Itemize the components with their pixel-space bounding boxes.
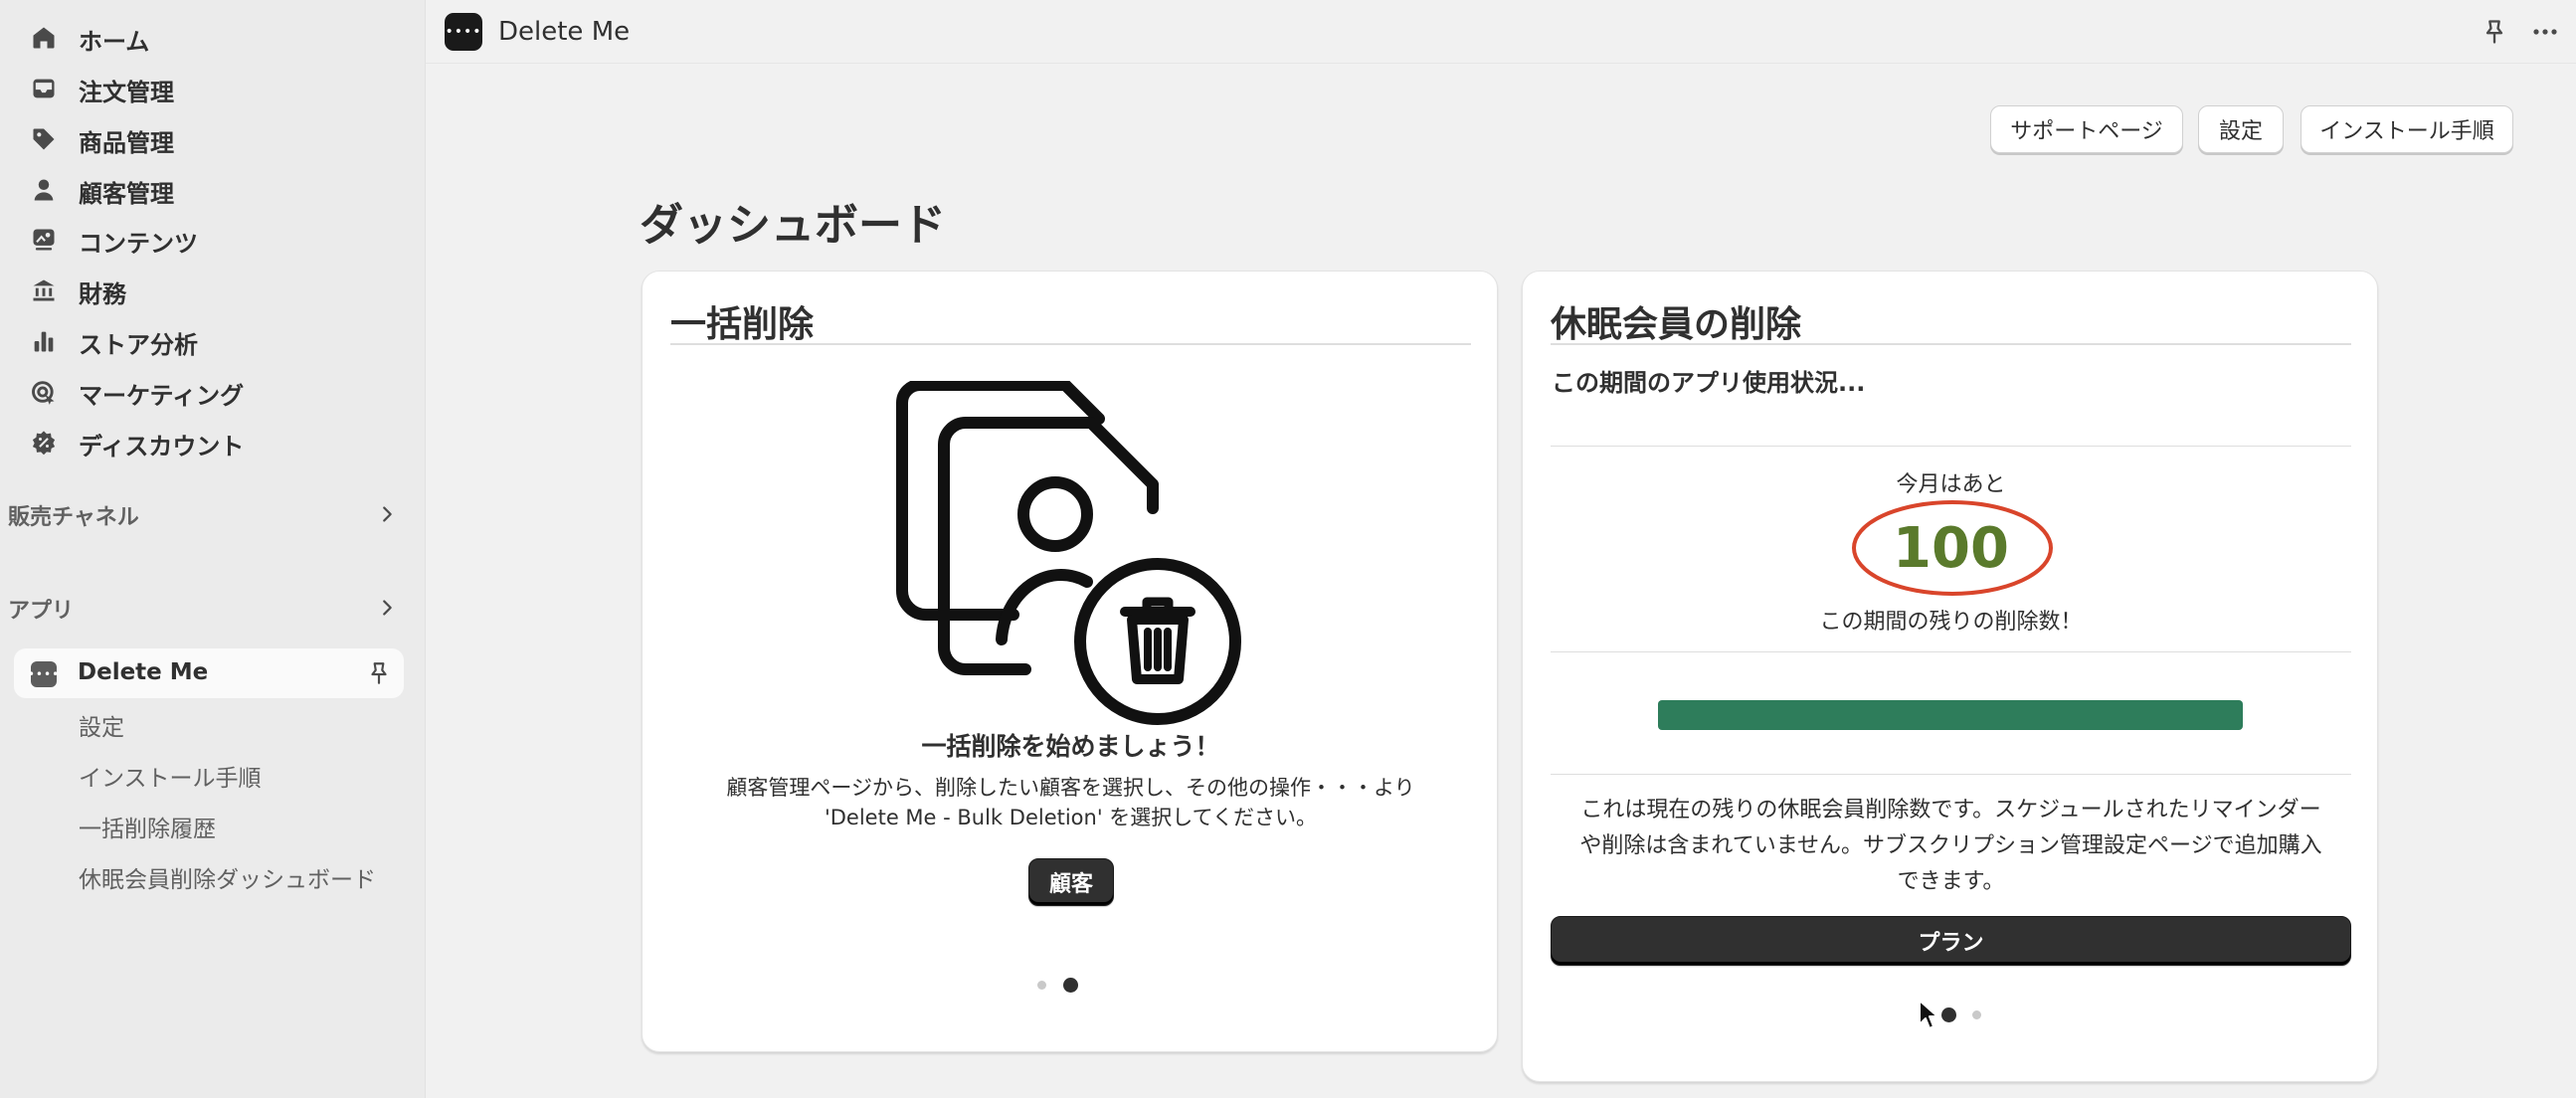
app-dots-icon: ••••: [28, 661, 59, 687]
sidebar-item-discounts[interactable]: ディスカウント: [0, 417, 408, 466]
remaining-label: 今月はあと: [1896, 472, 2006, 497]
divider: [1551, 651, 2351, 652]
customers-button[interactable]: 顧客: [1028, 858, 1114, 906]
target-icon: [30, 378, 58, 406]
divider: [1551, 446, 2351, 447]
page-title: ダッシュボード: [640, 200, 946, 251]
person-icon: [30, 176, 58, 204]
sidebar-item-finance[interactable]: 財務: [0, 265, 408, 314]
dormant-delete-title: 休眠会員の削除: [1551, 304, 1802, 345]
bulk-delete-desc-line1: 顧客管理ページから、削除したい顧客を選択し、その他の操作・・・より: [726, 776, 1415, 800]
pin-icon[interactable]: [2481, 18, 2508, 46]
image-icon: [30, 226, 58, 254]
bulk-delete-title: 一括削除: [670, 304, 815, 345]
bulk-delete-card: 一括削除 一括削除を始めましょう！ 顧客管理ページから、削除したい顧客を選択し、…: [642, 271, 1498, 1052]
app-dots-icon: ••••: [445, 13, 482, 51]
bank-icon: [30, 276, 58, 304]
sidebar-subitem-settings[interactable]: 設定: [79, 708, 124, 748]
home-icon: [30, 24, 58, 52]
apps-header[interactable]: アプリ: [0, 583, 408, 633]
sidebar-item-label: ディスカウント: [79, 433, 245, 460]
carousel-dot[interactable]: [1972, 1010, 1981, 1019]
sidebar-item-label: ストア分析: [79, 331, 198, 359]
sidebar-item-label: マーケティング: [79, 382, 245, 410]
install-guide-button[interactable]: インストール手順: [2300, 105, 2513, 153]
mouse-cursor-icon: [1919, 1000, 1938, 1029]
sidebar-item-label: ホーム: [79, 28, 150, 56]
settings-button[interactable]: 設定: [2198, 105, 2284, 153]
usage-note-line1: これは現在の残りの休眠会員削除数です。スケジュールされたリマインダー: [1580, 798, 2321, 823]
divider: [1551, 774, 2351, 775]
carousel-dot-active[interactable]: [1941, 1007, 1956, 1022]
sales-channels-header[interactable]: 販売チャネル: [0, 489, 408, 539]
usage-progress-bar: [1658, 700, 2243, 730]
sidebar-item-products[interactable]: 商品管理: [0, 113, 408, 163]
usage-progress-track: [1658, 700, 2243, 730]
sidebar-app-delete-me[interactable]: •••• Delete Me: [14, 648, 404, 698]
sidebar-item-content[interactable]: コンテンツ: [0, 214, 408, 264]
tag-icon: [30, 125, 58, 153]
sidebar: ホーム 注文管理 商品管理 顧客管理 コンテンツ 財務 ストア分析 マーケティン…: [0, 0, 426, 1098]
apps-label: アプリ: [8, 599, 75, 624]
usage-note: これは現在の残りの休眠会員削除数です。スケジュールされたリマインダー や削除は含…: [1541, 793, 2361, 900]
sidebar-item-label: 注文管理: [79, 79, 174, 106]
carousel-dot-active[interactable]: [1063, 978, 1078, 993]
sidebar-item-label: 財務: [79, 280, 126, 308]
divider: [1551, 343, 2351, 345]
sidebar-item-label: 商品管理: [79, 129, 174, 157]
remaining-caption: この期間の残りの削除数！: [1819, 610, 2083, 635]
delete-customers-illustration-icon: [896, 381, 1241, 725]
sidebar-subitem-bulk-history[interactable]: 一括削除履歴: [79, 810, 216, 849]
sidebar-item-customers[interactable]: 顧客管理: [0, 164, 408, 214]
bulk-delete-desc-line2: 'Delete Me - Bulk Deletion' を選択してください。: [824, 806, 1318, 829]
sidebar-subitem-install[interactable]: インストール手順: [79, 759, 262, 799]
plan-button[interactable]: プラン: [1551, 916, 2351, 966]
sidebar-item-analytics[interactable]: ストア分析: [0, 315, 408, 365]
divider: [670, 343, 1471, 345]
sidebar-item-label: 顧客管理: [79, 180, 174, 208]
sidebar-app-label: Delete Me: [78, 659, 209, 685]
carousel-dot[interactable]: [1037, 981, 1046, 990]
sidebar-subitem-dormant-dashboard[interactable]: 休眠会員削除ダッシュボード: [79, 860, 376, 900]
app-topbar: •••• Delete Me: [426, 0, 2576, 64]
usage-note-line3: できます。: [1897, 869, 2005, 894]
inbox-icon: [30, 75, 58, 102]
dormant-delete-card: 休眠会員の削除 この期間のアプリ使用状況... 今月はあと 100 この期間の残…: [1522, 271, 2378, 1082]
discount-icon: [30, 429, 58, 457]
remaining-count: 100: [1893, 516, 2009, 581]
sidebar-item-home[interactable]: ホーム: [0, 12, 408, 62]
usage-subtitle: この期間のアプリ使用状況...: [1552, 369, 1866, 397]
bulk-delete-heading: 一括削除を始めましょう！: [921, 732, 1220, 761]
chevron-right-icon: [383, 600, 392, 616]
sidebar-item-orders[interactable]: 注文管理: [0, 63, 408, 112]
usage-note-line2: や削除は含まれていません。サブスクリプション管理設定ページで追加購入: [1579, 833, 2322, 858]
sidebar-item-marketing[interactable]: マーケティング: [0, 366, 408, 416]
pin-icon[interactable]: [366, 660, 392, 686]
bar-chart-icon: [30, 327, 58, 355]
app-title: Delete Me: [498, 17, 631, 47]
more-options-icon[interactable]: [2530, 18, 2560, 46]
support-page-button[interactable]: サポートページ: [1990, 105, 2183, 153]
sidebar-item-label: コンテンツ: [79, 230, 198, 258]
sales-channels-label: 販売チャネル: [8, 505, 139, 530]
chevron-right-icon: [383, 506, 392, 522]
